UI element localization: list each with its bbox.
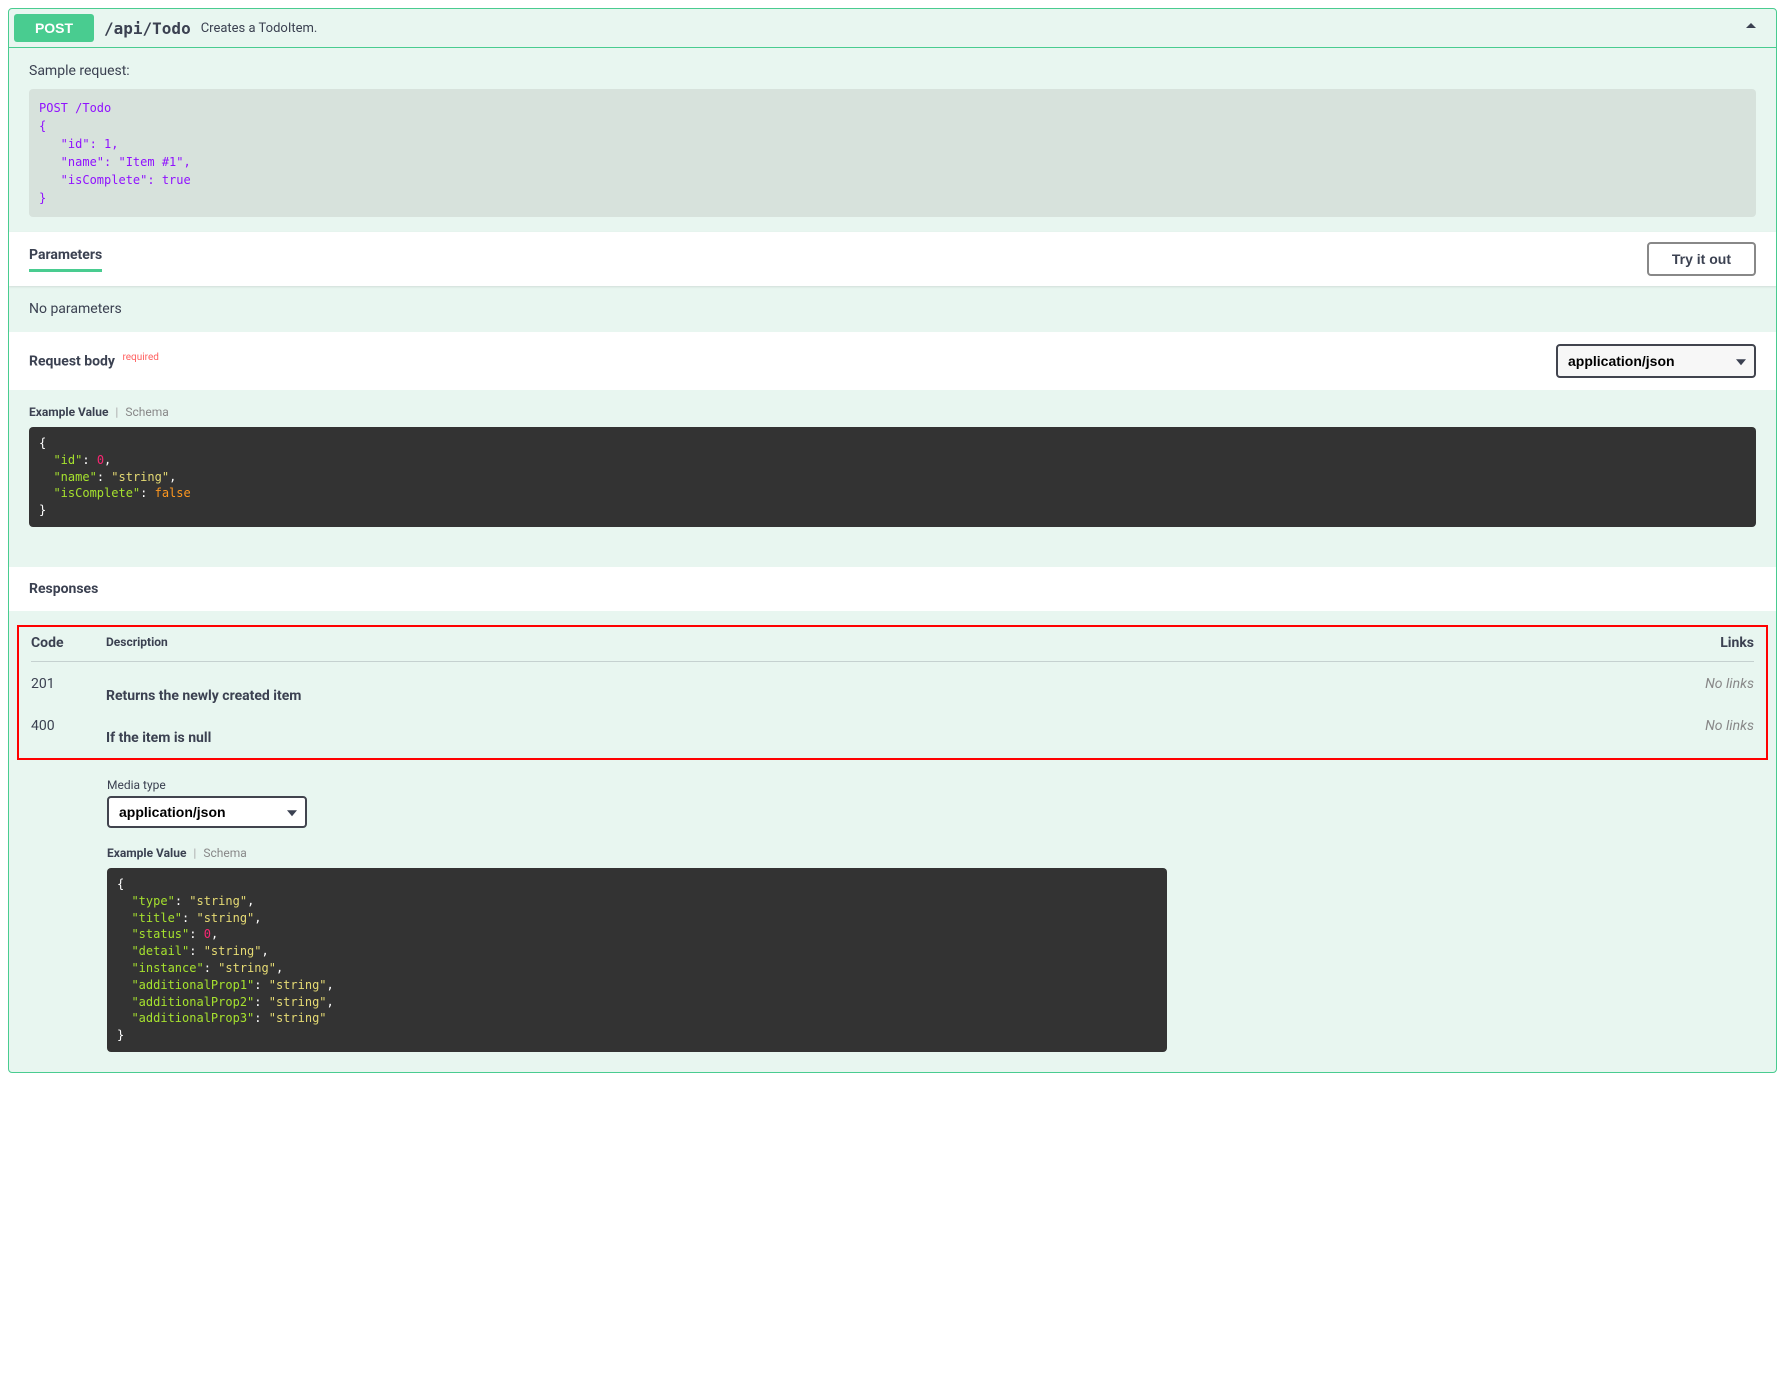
media-type-section: Media type application/json Example Valu…: [9, 768, 1776, 1072]
response-row: 201 Returns the newly created item No li…: [31, 662, 1754, 704]
chevron-up-icon: [1741, 16, 1761, 40]
response-desc: Returns the newly created item: [106, 676, 1674, 704]
body-tabs: Example Value | Schema: [29, 405, 1756, 419]
response-desc: If the item is null: [106, 718, 1674, 746]
response-links: No links: [1674, 718, 1754, 734]
method-badge: POST: [14, 14, 94, 42]
response-code: 201: [31, 676, 106, 692]
responses-title: Responses: [9, 567, 1776, 611]
sample-request-code: POST /Todo { "id": 1, "name": "Item #1",…: [29, 89, 1756, 217]
media-type-select[interactable]: application/json: [107, 796, 307, 828]
tab-example-value[interactable]: Example Value: [29, 405, 108, 419]
operation-block: POST /api/Todo Creates a TodoItem. Sampl…: [8, 8, 1777, 1073]
response-tabs: Example Value | Schema: [107, 846, 1756, 860]
request-body-bar: Request body required application/json: [9, 332, 1776, 390]
head-code: Code: [31, 635, 106, 651]
endpoint-path: /api/Todo: [104, 19, 191, 38]
head-links: Links: [1674, 635, 1754, 651]
media-type-label: Media type: [107, 778, 1756, 792]
response-body-json[interactable]: { "type": "string", "title": "string", "…: [107, 868, 1167, 1052]
no-parameters-text: No parameters: [9, 286, 1776, 332]
endpoint-summary: Creates a TodoItem.: [201, 21, 1741, 36]
parameters-bar: Parameters Try it out: [9, 232, 1776, 286]
responses-head-row: Code Description Links: [31, 635, 1754, 662]
description-section: Sample request: POST /Todo { "id": 1, "n…: [9, 48, 1776, 232]
sample-request-label: Sample request:: [29, 63, 1756, 79]
request-body-example-section: Example Value | Schema { "id": 0, "name"…: [9, 390, 1776, 567]
tab-schema[interactable]: Schema: [203, 846, 246, 860]
parameters-title: Parameters: [29, 247, 102, 272]
tab-schema[interactable]: Schema: [125, 405, 168, 419]
response-code: 400: [31, 718, 106, 734]
responses-table-highlighted: Code Description Links 201 Returns the n…: [17, 625, 1768, 760]
tab-example-value[interactable]: Example Value: [107, 846, 186, 860]
request-body-json[interactable]: { "id": 0, "name": "string", "isComplete…: [29, 427, 1756, 527]
content-type-select-wrap: application/json: [1556, 344, 1756, 378]
media-type-select-wrap: application/json: [107, 796, 307, 828]
request-body-title-wrap: Request body required: [29, 352, 159, 370]
try-it-out-button[interactable]: Try it out: [1647, 242, 1756, 276]
head-description: Description: [106, 635, 1674, 651]
required-badge: required: [122, 352, 158, 363]
response-links: No links: [1674, 676, 1754, 692]
operation-body: Sample request: POST /Todo { "id": 1, "n…: [9, 48, 1776, 1072]
request-body-title: Request body: [29, 354, 115, 370]
content-type-select[interactable]: application/json: [1556, 344, 1756, 378]
operation-header[interactable]: POST /api/Todo Creates a TodoItem.: [9, 9, 1776, 48]
response-row: 400 If the item is null No links: [31, 704, 1754, 746]
